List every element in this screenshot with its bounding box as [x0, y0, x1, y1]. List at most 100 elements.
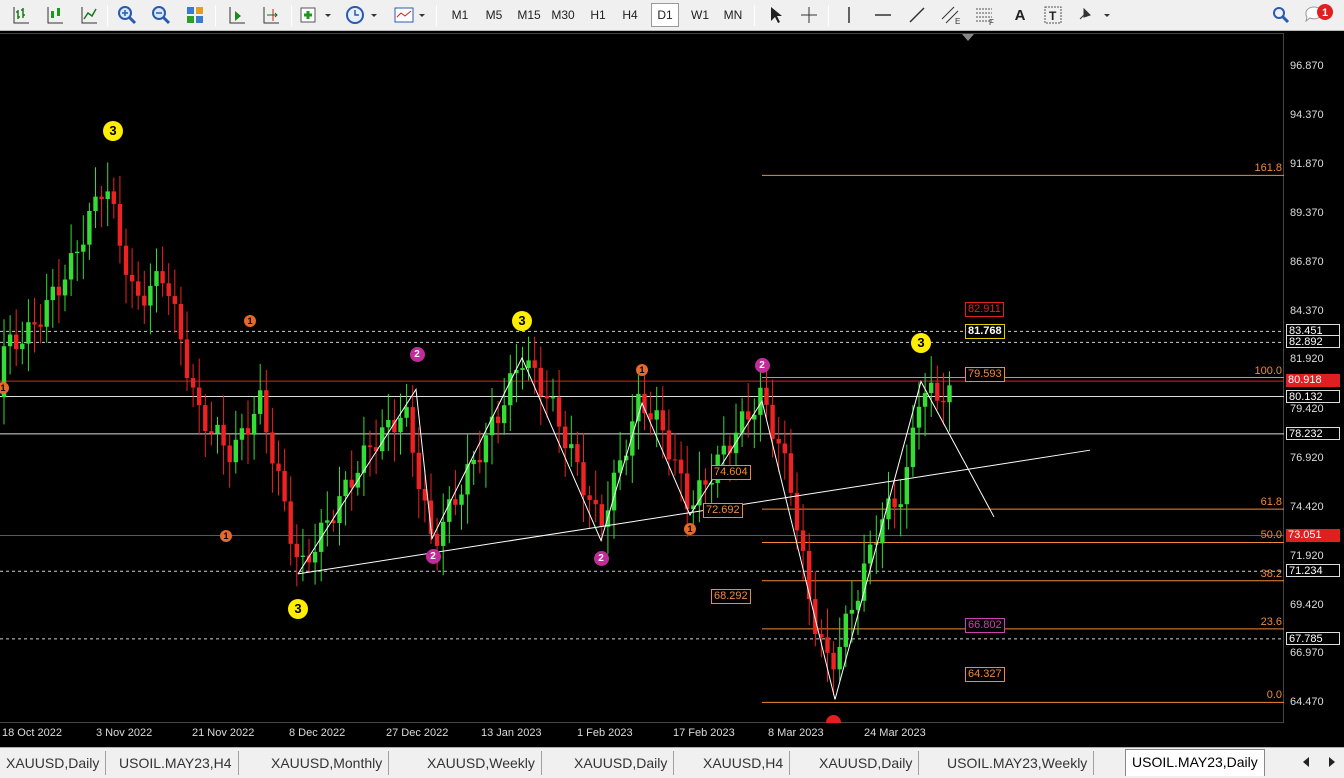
timeframe-m15[interactable]: M15 [514, 3, 544, 27]
chart-tab[interactable]: XAUUSD,H4 [697, 751, 791, 775]
price-tick-label: 74.420 [1290, 500, 1324, 513]
chart-shift-icon[interactable] [258, 3, 284, 27]
tabs-scroll-right-icon[interactable] [1322, 751, 1342, 773]
time-tick-label: 1 Feb 2023 [577, 727, 633, 739]
fib-level-label: 0.0 [1266, 689, 1282, 702]
timeframe-m1[interactable]: M1 [446, 3, 474, 27]
time-tick-label: 24 Mar 2023 [864, 727, 926, 739]
price-tick-label: 89.370 [1290, 207, 1324, 220]
price-tick-label: 76.920 [1290, 451, 1324, 464]
wave-marker: 3 [288, 599, 308, 619]
candlestick-chart-icon[interactable] [42, 3, 68, 27]
timeframe-m30[interactable]: M30 [548, 3, 578, 27]
time-tick-label: 8 Mar 2023 [768, 727, 824, 739]
chart-price-box: 79.593 [965, 367, 1005, 383]
line-chart-icon[interactable] [76, 3, 102, 27]
price-marker: 73.051 [1286, 528, 1340, 542]
periods-clock-icon[interactable] [344, 3, 380, 27]
price-tick-label: 81.920 [1290, 353, 1324, 366]
notifications-icon[interactable]: 1 [1302, 3, 1338, 27]
chart-tab[interactable]: XAUUSD,Weekly [421, 751, 542, 775]
text-tool-icon[interactable]: A [1008, 3, 1032, 27]
time-tick-label: 21 Nov 2022 [192, 727, 255, 739]
wave-marker: 2 [425, 548, 441, 564]
tabs-scroll-left-icon[interactable] [1296, 751, 1316, 773]
wave-marker: 3 [103, 121, 123, 141]
chart-price-box: 66.802 [965, 618, 1005, 634]
time-tick-label: 13 Jan 2023 [481, 727, 542, 739]
price-tick-label: 94.370 [1290, 109, 1324, 122]
search-icon[interactable] [1268, 3, 1294, 27]
price-chart[interactable]: 161.8 100.0 61.8 50.0 38.2 23.6 0.0 3 1 1 1 3 2 2 3 1 2 1… [0, 33, 1284, 730]
time-tick-label: 3 Nov 2022 [96, 727, 153, 739]
chart-tab[interactable]: USOIL.MAY23,H4 [113, 751, 239, 775]
price-tick-label: 64.470 [1290, 696, 1324, 708]
tile-windows-icon[interactable] [182, 3, 208, 27]
arrows-menu-icon[interactable] [1074, 3, 1114, 27]
svg-text:E: E [955, 17, 960, 25]
fib-level-label: 161.8 [1254, 162, 1282, 175]
price-tick-label: 79.420 [1290, 402, 1324, 415]
timeframe-m5[interactable]: M5 [480, 3, 508, 27]
wave-marker: 2 [409, 346, 425, 362]
chart-tab[interactable]: USOIL.MAY23,Weekly [941, 751, 1095, 775]
timeframe-h4[interactable]: H4 [616, 3, 644, 27]
timeframe-w1[interactable]: W1 [686, 3, 714, 27]
chart-price-box: 74.604 [711, 465, 751, 481]
zoom-out-icon[interactable] [148, 3, 174, 27]
price-tick-label: 66.970 [1290, 646, 1324, 659]
crosshair-icon[interactable] [796, 3, 822, 27]
price-axis: 96.870 94.370 91.870 89.370 86.870 84.370 81.9… [1284, 33, 1344, 723]
chart-tab[interactable]: XAUUSD,Daily [0, 751, 107, 775]
wave-marker: 1 [636, 364, 648, 376]
wave-marker: 2 [593, 550, 609, 566]
time-tick-label: 27 Dec 2022 [386, 727, 449, 739]
chart-tab[interactable]: XAUUSD,Daily [813, 751, 920, 775]
chart-shift-marker-icon[interactable] [962, 34, 974, 42]
svg-text:F: F [989, 18, 994, 25]
wave-marker: 1 [244, 315, 256, 327]
chart-tab[interactable]: XAUUSD,Daily [568, 751, 675, 775]
price-marker: 67.785 [1286, 631, 1340, 645]
zoom-in-icon[interactable] [114, 3, 140, 27]
fib-level-label: 100.0 [1254, 364, 1282, 377]
fibonacci-retracement-icon[interactable]: F [972, 3, 998, 27]
templates-icon[interactable] [392, 3, 428, 27]
indicators-icon[interactable] [298, 3, 334, 27]
text-label-icon[interactable]: T [1040, 3, 1066, 27]
trendline-icon[interactable] [904, 3, 930, 27]
price-tick-label: 84.370 [1290, 305, 1324, 318]
auto-scroll-icon[interactable] [224, 3, 250, 27]
time-tick-label: 8 Dec 2022 [289, 727, 346, 739]
chart-price-box: 72.692 [703, 502, 743, 518]
time-axis: 18 Oct 2022 3 Nov 2022 21 Nov 2022 8 Dec 20… [0, 723, 1284, 747]
vertical-line-icon[interactable] [836, 3, 862, 27]
chart-tab[interactable]: XAUUSD,Monthly [265, 751, 390, 775]
chart-tabs-bar: XAUUSD,Daily USOIL.MAY23,H4 XAUUSD,Monthly… [0, 747, 1344, 778]
chart-tab[interactable]: USOIL.MAY23,Daily [1125, 749, 1265, 776]
equidistant-channel-icon[interactable]: E [938, 3, 964, 27]
timeframe-mn[interactable]: MN [718, 3, 748, 27]
wave-marker: 1 [220, 530, 232, 542]
timeframe-h1[interactable]: H1 [584, 3, 612, 27]
price-marker: 78.232 [1286, 426, 1340, 440]
wave-marker: 2 [754, 357, 770, 373]
fib-level-label: 38.2 [1260, 567, 1282, 580]
chart-price-box: 82.911 [965, 302, 1004, 317]
fib-level-label: 23.6 [1260, 615, 1282, 628]
wave-marker: 3 [512, 311, 532, 331]
wave-marker: 1 [0, 382, 9, 394]
chart-price-box: 81.768 [965, 324, 1005, 340]
timeframe-d1[interactable]: D1 [651, 3, 679, 27]
wave-marker: 1 [684, 523, 696, 535]
bar-chart-icon[interactable] [8, 3, 34, 27]
price-marker: 71.234 [1286, 564, 1340, 578]
price-marker: 82.892 [1286, 335, 1340, 349]
price-tick-label: 86.870 [1290, 256, 1324, 269]
price-tick-label: 71.920 [1290, 549, 1324, 562]
horizontal-line-icon[interactable] [870, 3, 896, 27]
time-tick-label: 17 Feb 2023 [673, 727, 735, 739]
cursor-arrow-icon[interactable] [762, 3, 788, 27]
wave-marker: 3 [911, 333, 931, 353]
svg-text:T: T [1049, 9, 1057, 23]
